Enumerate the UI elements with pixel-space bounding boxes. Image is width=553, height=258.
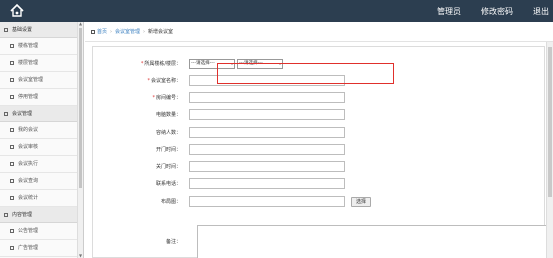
close-time-label: 关门时间：	[155, 164, 181, 170]
page-scrollbar[interactable]	[546, 42, 553, 258]
room-number-row: *房间编号：	[93, 89, 546, 106]
scroll-up-icon[interactable]: ▲	[79, 22, 83, 26]
phone-input[interactable]	[189, 178, 345, 189]
square-icon	[10, 179, 14, 183]
square-icon	[10, 246, 14, 250]
open-time-label: 开门时间：	[155, 147, 181, 153]
phone-label: 联系电话：	[155, 181, 181, 187]
square-icon	[10, 61, 14, 65]
room-number-input[interactable]	[189, 92, 345, 103]
top-bar: 管理员 修改密码 退出	[0, 0, 553, 22]
page-scroll-thumb[interactable]	[548, 47, 552, 197]
breadcrumb-separator-icon: ›	[143, 28, 146, 35]
breadcrumb-home[interactable]: 首页	[97, 22, 107, 42]
computers-input[interactable]	[189, 109, 345, 120]
sidebar-item-meeting-review[interactable]: 会议审核	[0, 139, 83, 156]
scroll-down-icon[interactable]: ▼	[79, 254, 83, 258]
home-logo-icon[interactable]	[8, 2, 26, 19]
square-icon	[10, 145, 14, 149]
phone-row: 联系电话：	[93, 175, 546, 192]
sidebar-item-ads[interactable]: 广告管理	[0, 240, 83, 257]
square-icon	[10, 229, 14, 233]
layout-row: 布局图： 选择	[93, 193, 546, 210]
admin-link[interactable]: 管理员	[437, 6, 461, 17]
required-mark: *	[140, 61, 144, 67]
square-icon	[10, 78, 14, 82]
sidebar-item-disable[interactable]: 停用管理	[0, 89, 83, 106]
sidebar-scrollbar[interactable]: ▲ ▼	[77, 22, 83, 258]
sidebar-item-meeting-execute[interactable]: 会议执行	[0, 156, 83, 173]
required-mark: *	[152, 95, 155, 101]
capacity-row: 容纳人数：	[93, 124, 546, 141]
square-icon	[10, 128, 14, 132]
main-content: 首页 › 会议室管理 › 新增会议室 *所属楼栋/楼层： ---请选择--- ▾ …	[85, 22, 553, 258]
breadcrumb-separator-icon: ›	[110, 28, 113, 35]
breadcrumb-current: 新增会议室	[148, 28, 174, 35]
room-name-label: *会议室名称：	[147, 78, 181, 84]
logout-link[interactable]: 退出	[533, 6, 549, 17]
sidebar-item-building[interactable]: 楼栋管理	[0, 38, 83, 55]
sidebar-group-meeting[interactable]: 会议管理	[0, 106, 83, 122]
top-nav: 管理员 修改密码 退出	[417, 0, 549, 22]
home-square-icon	[91, 29, 95, 34]
square-icon	[10, 162, 14, 166]
breadcrumb: 首页 › 会议室管理 › 新增会议室	[85, 22, 553, 42]
breadcrumb-parent[interactable]: 会议室管理	[115, 22, 140, 42]
square-icon	[4, 111, 8, 116]
sidebar-group-content[interactable]: 内容管理	[0, 207, 83, 223]
capacity-label: 容纳人数：	[155, 130, 181, 136]
sidebar-scroll-thumb[interactable]	[79, 28, 82, 188]
computers-label: 电脑数量：	[155, 112, 181, 118]
sidebar-item-my-meetings[interactable]: 我的会议	[0, 122, 83, 139]
open-time-row: 开门时间：	[93, 141, 546, 158]
required-mark: *	[147, 78, 150, 84]
sidebar-item-meeting-room[interactable]: 会议室管理	[0, 72, 83, 89]
sidebar-item-meeting-stats[interactable]: 会议统计	[0, 190, 83, 207]
close-time-input[interactable]	[189, 161, 345, 172]
close-time-row: 关门时间：	[93, 158, 546, 175]
square-icon	[10, 196, 14, 200]
choose-file-button[interactable]: 选择	[351, 196, 372, 207]
square-icon	[4, 27, 8, 32]
capacity-input[interactable]	[189, 127, 345, 138]
remarks-textarea[interactable]	[197, 225, 547, 258]
remarks-label: 备注：	[165, 239, 181, 245]
sidebar-group-basic-settings[interactable]: 基础设置	[0, 22, 83, 38]
open-time-input[interactable]	[189, 144, 345, 155]
building-floor-label: *所属楼栋/楼层：	[140, 61, 181, 67]
square-icon	[10, 95, 14, 99]
sidebar-item-floor[interactable]: 楼层管理	[0, 55, 83, 72]
sidebar-item-announcements[interactable]: 公告管理	[0, 223, 83, 240]
square-icon	[4, 212, 8, 217]
sidebar: 基础设置 楼栋管理 楼层管理 会议室管理 停用管理 会议管理 我的会议 会议审核…	[0, 22, 84, 258]
layout-input[interactable]	[189, 196, 345, 207]
layout-label: 布局图：	[160, 199, 181, 205]
room-number-label: *房间编号：	[152, 95, 181, 101]
highlight-box	[217, 63, 394, 84]
change-password-link[interactable]: 修改密码	[481, 6, 513, 17]
computers-row: 电脑数量：	[93, 106, 546, 123]
sidebar-item-meeting-query[interactable]: 会议查询	[0, 173, 83, 190]
square-icon	[10, 44, 14, 48]
